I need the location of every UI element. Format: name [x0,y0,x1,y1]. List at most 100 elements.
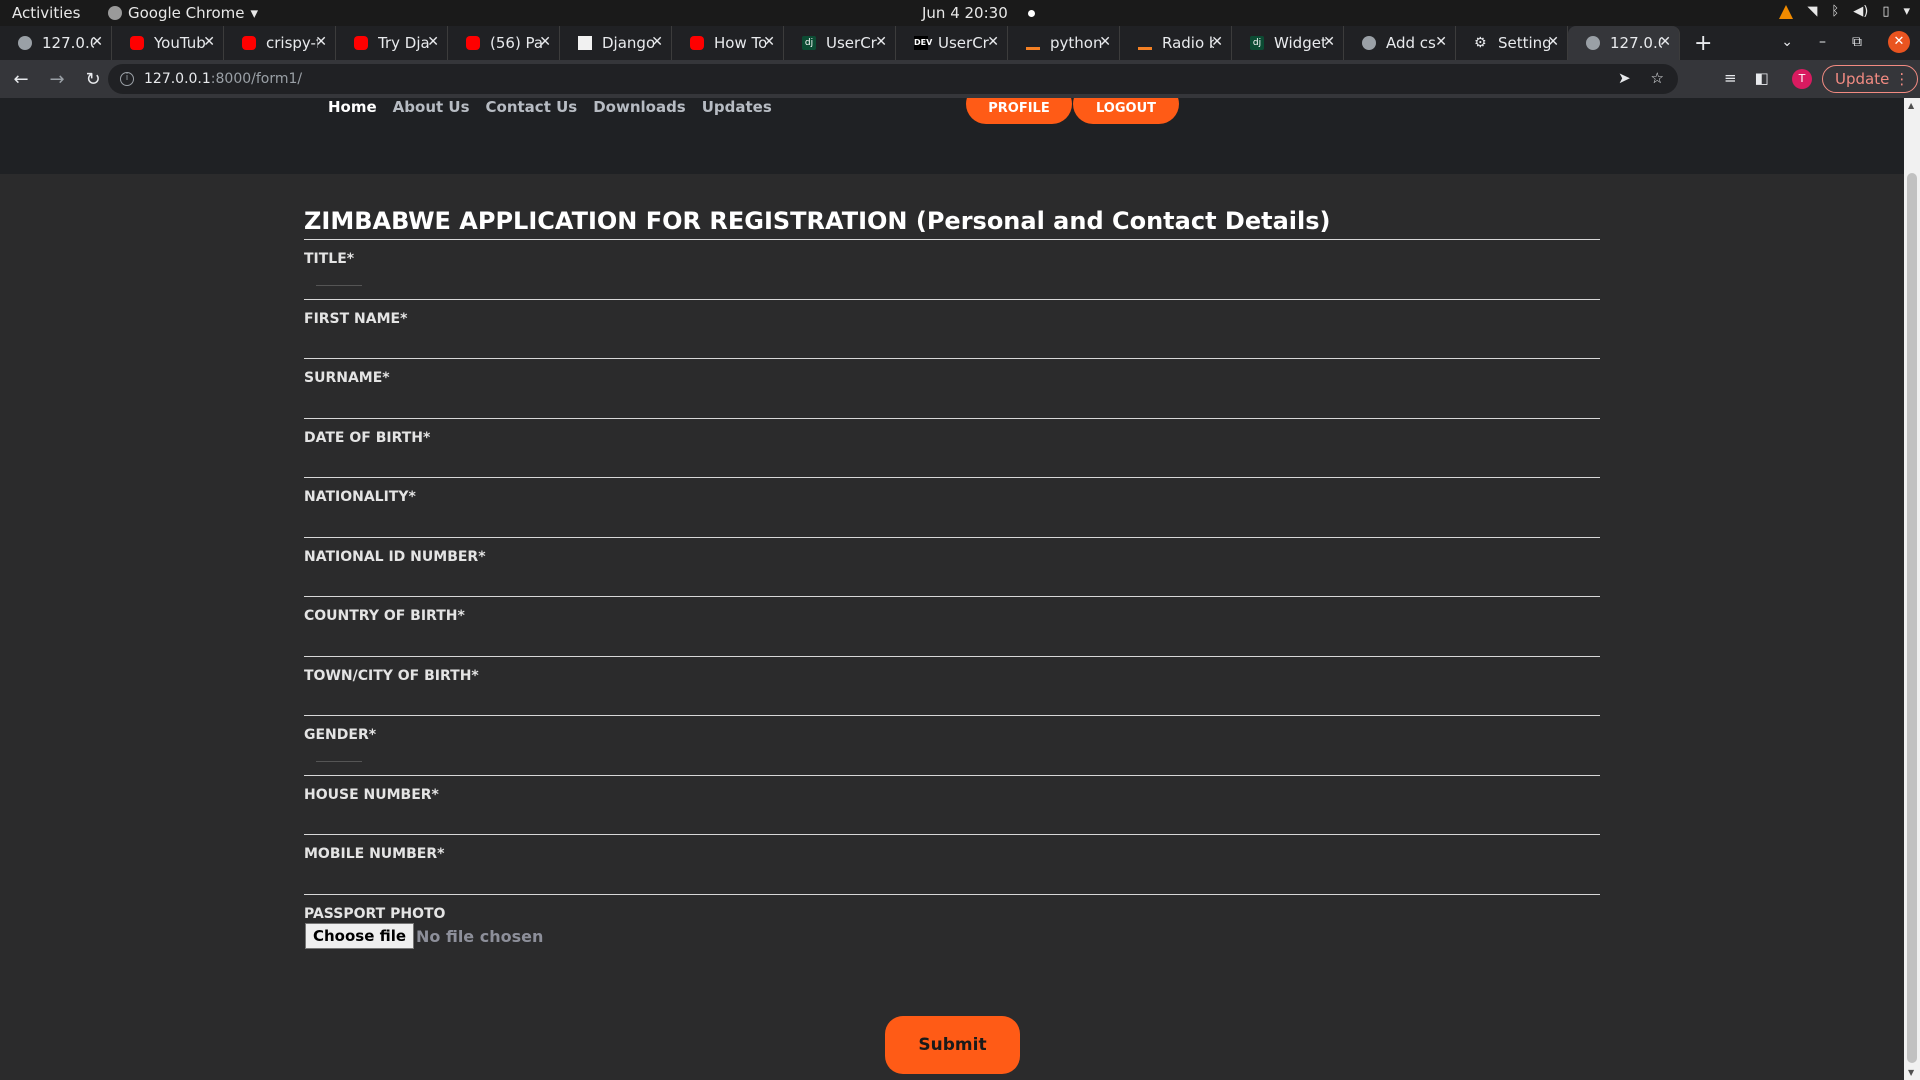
browser-tab[interactable]: DEV UserCr ✕ [896,26,1008,60]
restore-icon[interactable]: ⧉ [1852,34,1862,50]
tab-title: Django [602,34,654,52]
tab-close-icon[interactable]: ✕ [427,34,439,50]
browser-tab[interactable]: ⚙ Setting ✕ [1456,26,1568,60]
nav-link-home[interactable]: Home [328,98,377,116]
close-window-icon[interactable]: ✕ [1888,31,1910,53]
tab-close-icon[interactable]: ✕ [1099,34,1111,50]
form-field[interactable]: TITLE* [304,240,1600,300]
browser-tab[interactable]: YouTube✕ [112,26,224,60]
site-info-icon[interactable]: i [120,72,134,86]
form-field[interactable]: NATIONAL ID NUMBER* [304,538,1600,597]
clock[interactable]: Jun 4 20:30 [922,4,1035,22]
passport-photo-label: PASSPORT PHOTO [304,905,446,922]
field-label: TITLE* [304,251,355,267]
browser-tab[interactable]: dj Widget ✕ [1232,26,1344,60]
field-label: MOBILE NUMBER* [304,846,445,862]
page-scrollbar[interactable]: ▲ ▼ [1904,98,1920,1080]
browser-tab[interactable]: Radio b ✕ [1120,26,1232,60]
browser-tab[interactable]: Add cs ✕ [1344,26,1456,60]
tab-title: Radio b [1162,34,1214,52]
address-bar[interactable]: i 127.0.0.1:8000/form1/ ➤ ☆ [108,64,1678,94]
activities-button[interactable]: Activities [12,4,80,22]
browser-tab[interactable]: How To ✕ [672,26,784,60]
tab-close-icon[interactable]: ✕ [91,34,103,50]
profile-button[interactable]: PROFILE [966,98,1072,124]
send-icon[interactable]: ➤ [1618,69,1631,87]
tab-search-icon[interactable]: ⌄ [1781,34,1793,50]
tab-strip: 127.0.0✕YouTube✕crispy-f✕Try Dja✕(56) Pa… [0,26,1920,60]
browser-tab[interactable]: Django ✕ [560,26,672,60]
form-title: ZIMBABWE APPLICATION FOR REGISTRATION (P… [304,206,1600,240]
nav-link-downloads[interactable]: Downloads [593,98,686,116]
reload-icon[interactable]: ↻ [78,69,108,90]
browser-tab[interactable]: 127.0.0 ✕ [0,26,112,60]
doc-icon [578,36,592,50]
logout-button[interactable]: LOGOUT [1073,98,1179,124]
update-button[interactable]: Update ⋮ [1822,65,1919,93]
tab-close-icon[interactable]: ✕ [875,34,887,50]
tab-close-icon[interactable]: ✕ [203,34,215,50]
field-label: GENDER* [304,727,377,743]
tab-title: Try Dja [378,34,430,52]
nav-link-contact-us[interactable]: Contact Us [486,98,578,116]
scroll-up-icon[interactable]: ▲ [1908,101,1914,110]
browser-tab[interactable]: Try Dja ✕ [336,26,448,60]
profile-avatar[interactable]: T [1792,69,1812,89]
submit-button[interactable]: Submit [885,1016,1020,1074]
nav-link-updates[interactable]: Updates [702,98,772,116]
nav-link-about-us[interactable]: About Us [393,98,470,116]
tab-close-icon[interactable]: ✕ [1323,34,1335,50]
browser-tab[interactable]: python ✕ [1008,26,1120,60]
form-field[interactable]: FIRST NAME* [304,300,1600,359]
url-path: :8000/form1/ [210,71,303,87]
form-field[interactable]: COUNTRY OF BIRTH* [304,597,1600,657]
form-field[interactable]: GENDER* [304,716,1600,776]
stackoverflow-icon [1026,36,1040,50]
youtube-icon [354,36,368,50]
tab-title: crispy-f [266,34,318,52]
media-control-icon[interactable]: ≡ [1724,69,1737,87]
tab-close-icon[interactable]: ✕ [539,34,551,50]
back-icon[interactable]: ← [6,69,36,90]
form-field[interactable]: DATE OF BIRTH* [304,419,1600,478]
browser-tab[interactable]: 127.0.0 ✕ [1568,26,1680,60]
update-label: Update [1835,70,1890,88]
tab-close-icon[interactable]: ✕ [1435,34,1447,50]
browser-tab[interactable]: (56) Pa ✕ [448,26,560,60]
page-content: Home About Us Contact Us Downloads Updates P… [0,98,1904,1080]
forward-icon[interactable]: → [42,69,72,90]
gear-icon: ⚙ [1474,35,1487,51]
tab-close-icon[interactable]: ✕ [315,34,327,50]
form-field[interactable]: HOUSE NUMBER* [304,776,1600,835]
tab-title: (56) Pa [490,34,542,52]
browser-tab[interactable]: dj UserCr ✕ [784,26,896,60]
choose-file-button[interactable]: Choose file [305,922,415,949]
minimize-icon[interactable]: – [1819,34,1826,50]
scrollbar-thumb[interactable] [1907,173,1917,1063]
form-field[interactable]: SURNAME* [304,359,1600,419]
side-panel-icon[interactable]: ◧ [1755,69,1769,87]
chrome-icon [108,6,122,20]
tab-close-icon[interactable]: ✕ [1659,34,1671,50]
form-field[interactable]: NATIONALITY* [304,478,1600,538]
vlc-icon[interactable] [1779,4,1794,19]
youtube-icon [690,36,704,50]
system-tray[interactable]: ◥ ᛒ ◀) ▯ ▾ [1779,4,1910,19]
form-field[interactable]: TOWN/CITY OF BIRTH* [304,657,1600,716]
file-status-text: No file chosen [416,926,544,946]
tab-close-icon[interactable]: ✕ [651,34,663,50]
tab-close-icon[interactable]: ✕ [1211,34,1223,50]
scroll-down-icon[interactable]: ▼ [1908,1068,1914,1077]
field-label: NATIONAL ID NUMBER* [304,548,486,565]
browser-tab[interactable]: crispy-f ✕ [224,26,336,60]
more-menu-icon[interactable]: ⋮ [1894,66,1909,92]
tab-close-icon[interactable]: ✕ [763,34,775,50]
form-field[interactable]: MOBILE NUMBER* [304,835,1600,895]
tab-close-icon[interactable]: ✕ [987,34,999,50]
window-controls: ⌄ – ⧉ ✕ [1781,31,1910,53]
tab-title: UserCr [826,34,877,52]
new-tab-button[interactable]: + [1694,31,1712,56]
tab-close-icon[interactable]: ✕ [1547,34,1559,50]
bookmark-star-icon[interactable]: ☆ [1651,69,1664,87]
app-menu[interactable]: Google Chrome ▾ [108,4,258,22]
